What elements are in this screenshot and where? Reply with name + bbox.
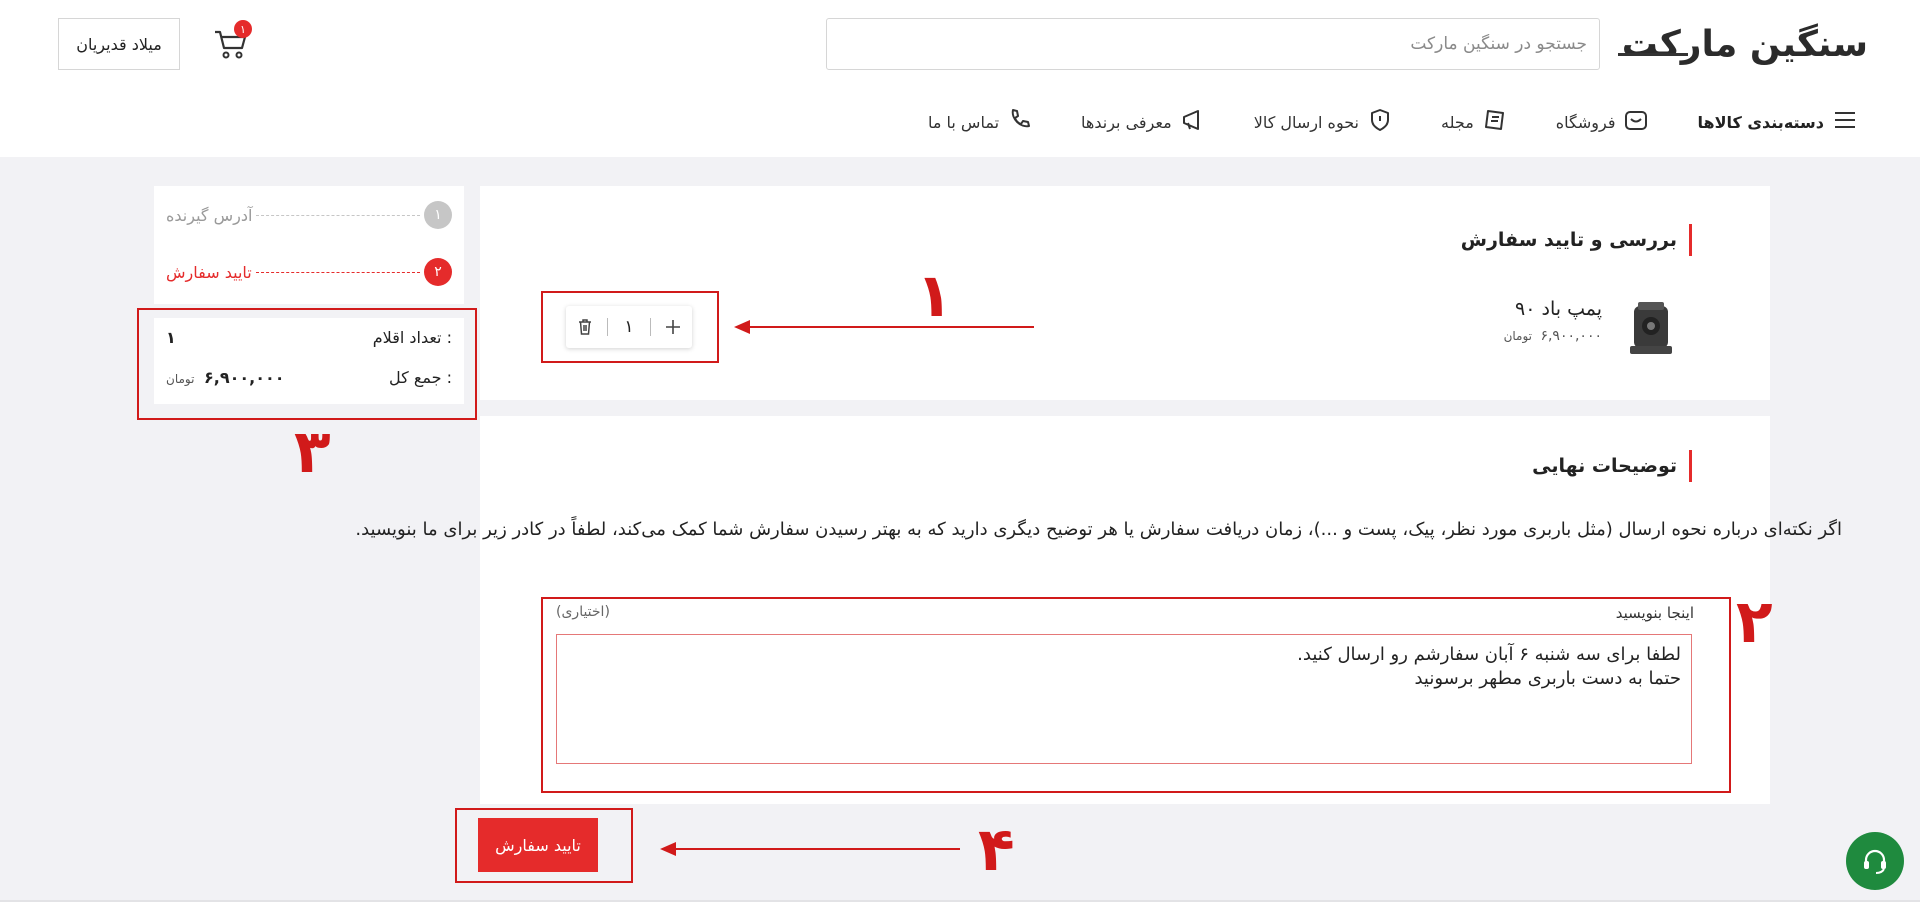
step-confirm[interactable]: ۲ تایید سفارش — [166, 258, 452, 286]
annotation-box-4 — [455, 808, 633, 883]
support-chat-button[interactable] — [1846, 832, 1904, 890]
annotation-number-1: ۱ — [916, 261, 953, 331]
nav-item-categories[interactable]: دسته‌بندی کالاها — [1697, 107, 1858, 137]
store-icon — [1623, 107, 1649, 137]
header: سنگین مارکت ۱ میلاد قدیریان دسته‌بندی کا… — [0, 0, 1920, 157]
annotation-arrow-4 — [660, 842, 960, 856]
nav-item-shipping[interactable]: نحوه ارسال کالا — [1254, 107, 1393, 137]
currency-label: تومان — [1503, 329, 1532, 343]
nav-label: مجله — [1440, 112, 1474, 132]
annotation-number-3: ۳ — [294, 417, 331, 487]
checkout-steps: ۱ آدرس گیرنده ۲ تایید سفارش — [154, 186, 464, 304]
annotation-number-2: ۲ — [1736, 587, 1773, 657]
notes-title: توضیحات نهایی — [1532, 450, 1692, 482]
step-number: ۲ — [424, 258, 452, 286]
main-nav: دسته‌بندی کالاها فروشگاه مجله نحوه ارسال… — [928, 104, 1858, 140]
product-name[interactable]: پمپ باد ۹۰ — [1515, 298, 1602, 320]
annotation-box-1 — [541, 291, 719, 363]
nav-item-magazine[interactable]: مجله — [1441, 107, 1508, 137]
phone-icon — [1007, 107, 1033, 137]
nav-item-brands[interactable]: معرفی برندها — [1081, 107, 1206, 137]
step-connector — [256, 214, 420, 216]
annotation-number-4: ۴ — [978, 815, 1015, 885]
megaphone-icon — [1180, 107, 1206, 137]
logo[interactable]: سنگین مارکت — [1618, 23, 1869, 65]
logo-text: سنگین مارکت — [1621, 23, 1869, 65]
nav-label: فروشگاه — [1555, 112, 1616, 132]
annotation-box-2 — [541, 597, 1731, 793]
product-price-value: ۶,۹۰۰,۰۰۰ — [1540, 328, 1602, 344]
annotation-box-3 — [137, 308, 477, 420]
annotation-arrow-1 — [734, 320, 1034, 334]
nav-label: نحوه ارسال کالا — [1253, 112, 1359, 132]
logo-line — [1618, 53, 1688, 56]
nav-label: تماس با ما — [927, 112, 1000, 132]
step-label: تایید سفارش — [166, 262, 252, 282]
step-number: ۱ — [424, 201, 452, 229]
headset-icon — [1864, 849, 1886, 874]
review-title: بررسی و تایید سفارش — [1461, 224, 1692, 256]
nav-label: دسته‌بندی کالاها — [1697, 112, 1824, 132]
step-label: آدرس گیرنده — [166, 205, 253, 225]
product-price: ۶,۹۰۰,۰۰۰ تومان — [1504, 328, 1602, 344]
magazine-icon — [1482, 107, 1508, 137]
shield-icon — [1367, 107, 1393, 137]
search-input[interactable] — [826, 18, 1600, 70]
menu-icon — [1832, 107, 1858, 137]
nav-item-store[interactable]: فروشگاه — [1556, 107, 1650, 137]
user-account-button[interactable]: میلاد قدیریان — [58, 18, 180, 70]
cart-count-badge: ۱ — [234, 20, 252, 38]
nav-item-contact[interactable]: تماس با ما — [928, 107, 1033, 137]
step-address[interactable]: ۱ آدرس گیرنده — [166, 201, 452, 229]
product-image[interactable] — [1628, 298, 1674, 358]
nav-label: معرفی برندها — [1081, 112, 1172, 132]
notes-description: اگر نکته‌ای درباره نحوه ارسال (مثل باربر… — [355, 519, 1842, 540]
step-connector — [255, 271, 420, 273]
